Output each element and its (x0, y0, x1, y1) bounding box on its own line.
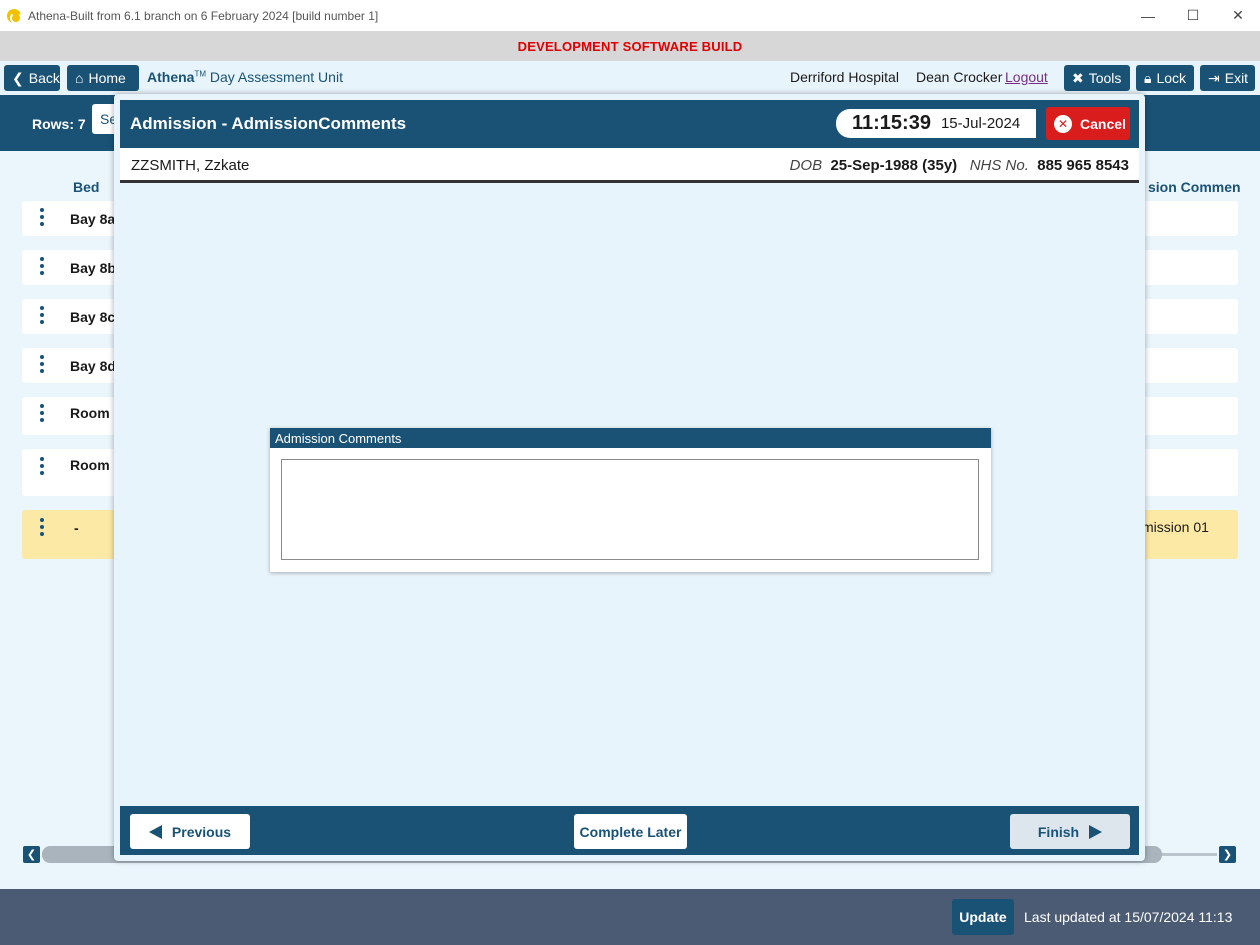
row-menu-icon[interactable] (40, 208, 44, 229)
tools-label: Tools (1088, 70, 1122, 86)
update-button[interactable]: Update (952, 899, 1014, 935)
app-logo-icon (7, 8, 22, 24)
cancel-x-icon: ✕ (1054, 114, 1072, 133)
finish-button[interactable]: Finish (1010, 814, 1130, 849)
previous-button[interactable]: Previous (130, 814, 250, 849)
arrow-right-icon (1089, 824, 1103, 839)
close-window-button[interactable]: ✕ (1215, 0, 1260, 31)
comment-cell: mission 01 (1142, 519, 1209, 535)
logout-link[interactable]: Logout (1005, 69, 1048, 85)
brand-name: Athena (147, 69, 195, 85)
exit-icon: ⇥ (1208, 69, 1220, 86)
cancel-label: Cancel (1080, 115, 1126, 132)
admission-comments-dialog: Admission - AdmissionComments 11:15:39 1… (114, 94, 1145, 861)
row-menu-icon[interactable] (40, 518, 44, 539)
hospital-name: Derriford Hospital (790, 69, 899, 85)
bed-label: - (74, 520, 79, 536)
brand-trademark: TM (194, 69, 207, 79)
scroll-right-button[interactable]: ❯ (1219, 846, 1236, 863)
row-menu-icon[interactable] (40, 355, 44, 376)
arrow-left-icon (148, 824, 162, 839)
status-footer: Update Last updated at 15/07/2024 11:13 (0, 889, 1260, 945)
previous-label: Previous (171, 823, 232, 840)
last-updated-text: Last updated at 15/07/2024 11:13 (1024, 909, 1233, 925)
patient-banner: ZZSMITH, Zzkate DOB 25-Sep-1988 (35y) NH… (120, 148, 1139, 183)
patient-details: DOB 25-Sep-1988 (35y) NHS No. 885 965 85… (790, 157, 1129, 174)
home-button[interactable]: ⌂ Home (67, 65, 139, 91)
dob-value: 25-Sep-1988 (35y) (830, 157, 958, 174)
column-header-bed[interactable]: Bed (73, 179, 99, 195)
column-header-comments[interactable]: sion Commen (1148, 179, 1241, 195)
comments-panel-title: Admission Comments (270, 428, 991, 448)
tools-icon: ✖ (1072, 69, 1084, 86)
tools-button[interactable]: ✖ Tools (1064, 65, 1130, 91)
bed-label: Bay 8b (70, 260, 116, 276)
cancel-button[interactable]: ✕ Cancel (1046, 107, 1130, 140)
bed-label: Bay 8a (70, 211, 116, 227)
bed-label: Bay 8c (70, 309, 116, 325)
nhs-value: 885 965 8543 (1037, 157, 1129, 174)
complete-later-button[interactable]: Complete Later (574, 814, 687, 849)
admission-comments-panel: Admission Comments (270, 428, 991, 572)
exit-label: Exit (1224, 70, 1249, 86)
lock-button[interactable]: 🔒︎ Lock (1136, 65, 1194, 91)
admission-comments-input[interactable] (281, 459, 979, 560)
clock-display: 11:15:39 15-Jul-2024 (836, 109, 1036, 138)
row-menu-icon[interactable] (40, 404, 44, 425)
user-name: Dean Crocker (916, 69, 1003, 85)
minimize-button[interactable]: — (1125, 0, 1171, 31)
home-icon: ⌂ (75, 70, 84, 86)
dialog-footer: Previous Complete Later Finish (120, 806, 1139, 855)
back-button[interactable]: ❮ Back (4, 65, 60, 91)
window-titlebar: Athena-Built from 6.1 branch on 6 Februa… (0, 0, 1260, 31)
home-label: Home (88, 70, 126, 86)
window-title: Athena-Built from 6.1 branch on 6 Februa… (28, 8, 379, 23)
nhs-label: NHS No. (969, 157, 1029, 174)
scroll-left-button[interactable]: ❮ (23, 846, 40, 863)
patient-name: ZZSMITH, Zzkate (131, 157, 250, 174)
row-menu-icon[interactable] (40, 457, 44, 478)
lock-icon: 🔒︎ (1144, 69, 1152, 86)
rows-count: Rows: 7 (32, 116, 86, 132)
clock-date: 15-Jul-2024 (940, 115, 1021, 132)
clock-time: 11:15:39 (852, 112, 931, 134)
chevron-left-icon: ❮ (12, 69, 24, 86)
dob-label: DOB (789, 157, 823, 174)
exit-button[interactable]: ⇥ Exit (1200, 65, 1255, 91)
back-label: Back (28, 70, 60, 86)
maximize-button[interactable]: ☐ (1170, 0, 1216, 31)
row-menu-icon[interactable] (40, 257, 44, 278)
finish-label: Finish (1037, 823, 1080, 840)
unit-name: Day Assessment Unit (209, 69, 343, 85)
dialog-header: Admission - AdmissionComments 11:15:39 1… (120, 100, 1139, 148)
app-brand: AthenaTM Day Assessment Unit (147, 69, 343, 85)
dialog-title: Admission - AdmissionComments (130, 114, 407, 133)
row-menu-icon[interactable] (40, 306, 44, 327)
development-build-banner: DEVELOPMENT SOFTWARE BUILD (0, 31, 1260, 61)
bed-label: Bay 8d (70, 358, 116, 374)
lock-label: Lock (1156, 70, 1187, 86)
